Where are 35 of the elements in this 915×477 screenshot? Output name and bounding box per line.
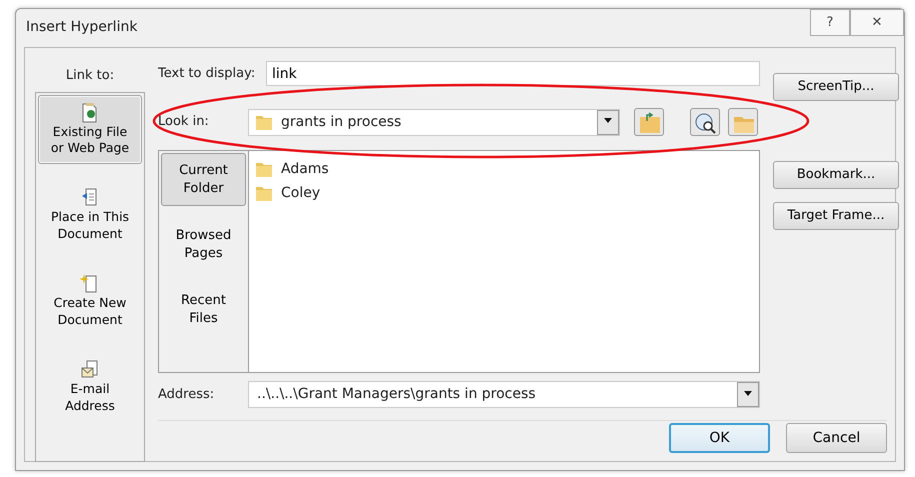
link-to-item[interactable]: Existing File or Web Page (38, 94, 142, 164)
link-to-item[interactable]: E-mail Address (38, 352, 142, 422)
folder-icon (255, 184, 273, 202)
bookmark-button[interactable]: Bookmark... (773, 161, 899, 189)
address-label: Address: (158, 386, 216, 404)
browse-tab[interactable]: Browsed Pages (161, 218, 246, 272)
caret-icon (604, 118, 612, 124)
folder-icon (255, 160, 273, 178)
file-list-item[interactable]: Coley (255, 181, 753, 205)
address-combo[interactable]: ..\..\..\Grant Managers\grants in process (248, 381, 760, 408)
folder-icon (255, 113, 273, 131)
up-folder-icon (637, 111, 661, 135)
link-to-label: Link to: (64, 67, 116, 85)
up-folder-button[interactable] (634, 108, 664, 136)
screentip-button[interactable]: ScreenTip... (773, 73, 899, 101)
text-to-display-field[interactable]: link (266, 61, 760, 86)
window-title: Insert Hyperlink (26, 19, 138, 35)
look-in-combo[interactable]: grants in process (248, 108, 620, 136)
dialog-button[interactable]: OK (669, 423, 770, 453)
file-list-item[interactable]: Adams (255, 157, 753, 181)
dialog-button[interactable]: Cancel (786, 423, 887, 453)
web-search-icon (693, 111, 717, 135)
help-button[interactable]: ? (810, 9, 850, 36)
caret-icon (744, 390, 752, 396)
text-to-display-label: Text to display: (158, 64, 256, 83)
web-search-button[interactable] (690, 108, 720, 136)
browse-tab[interactable]: Current Folder (161, 153, 246, 206)
target-frame-button[interactable]: Target Frame... (773, 202, 899, 230)
look-in-label: Look in: (158, 113, 210, 132)
browse-tab[interactable]: Recent Files (161, 283, 246, 336)
link-to-item[interactable]: Place in This Document (38, 180, 142, 250)
link-to-item[interactable]: Create New Document (38, 266, 142, 336)
dropdown-button[interactable] (737, 382, 759, 407)
dropdown-button[interactable] (597, 110, 619, 134)
close-button[interactable]: ✕ (850, 9, 904, 36)
